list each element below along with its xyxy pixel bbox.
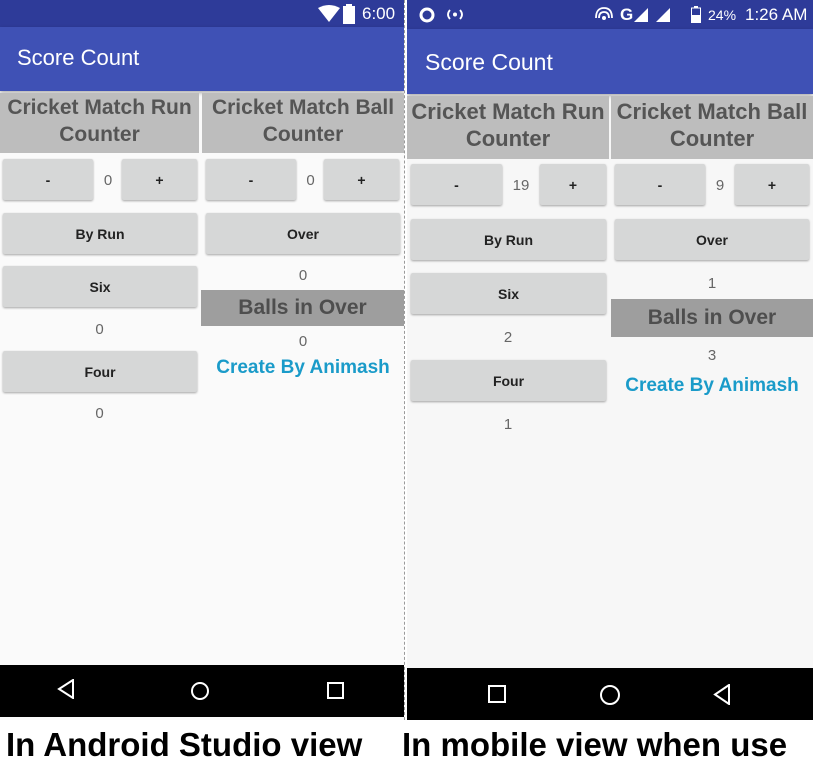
balls-in-over-count: 3 — [707, 347, 717, 364]
ball-header-line2: Counter — [669, 126, 755, 151]
left-caption: In Android Studio view — [6, 726, 363, 763]
four-count: 0 — [95, 405, 104, 422]
ball-count: 0 — [306, 172, 315, 189]
ball-count: 9 — [715, 177, 725, 194]
balls-in-over-label: Balls in Over — [201, 290, 404, 326]
run-header-line2: Counter — [465, 126, 551, 151]
status-bar: 6:00 — [0, 0, 404, 27]
four-button[interactable]: Four — [411, 360, 606, 401]
home-icon[interactable] — [599, 684, 621, 711]
back-icon[interactable] — [713, 683, 731, 710]
credit-text: Create By Animash — [625, 375, 799, 396]
run-plus-button[interactable]: + — [540, 164, 606, 205]
right-caption: In mobile view when use — [402, 726, 788, 763]
run-minus-button[interactable]: - — [411, 164, 502, 205]
six-count: 2 — [503, 329, 513, 346]
six-count: 0 — [95, 321, 104, 338]
app-title: Score Count — [425, 49, 553, 75]
hotspot-icon — [595, 7, 613, 20]
app-title: Score Count — [17, 45, 140, 70]
home-icon[interactable] — [190, 681, 210, 706]
run-plus-button[interactable]: + — [122, 159, 197, 200]
run-header-line1: Cricket Match Run — [7, 96, 192, 119]
battery-icon — [691, 6, 701, 23]
ball-counter-header: Cricket Match Ball Counter — [611, 96, 813, 159]
ball-plus-button[interactable]: + — [735, 164, 809, 205]
app-bar: Score Count — [407, 29, 813, 94]
signal-icon — [656, 8, 670, 22]
status-time: 1:26 AM — [745, 5, 808, 24]
ball-header-line1: Cricket Match Ball — [616, 99, 808, 124]
ball-minus-button[interactable]: - — [615, 164, 705, 205]
four-button[interactable]: Four — [3, 351, 197, 392]
run-header-line2: Counter — [59, 123, 140, 146]
wifi-icon — [318, 5, 340, 22]
over-button[interactable]: Over — [206, 213, 400, 254]
ball-header-line1: Cricket Match Ball — [211, 96, 395, 119]
run-count: 0 — [103, 172, 113, 189]
mobile-device-view: G 24% 1:26 AM Score Count Cricket Match … — [407, 0, 813, 720]
balls-in-over-count: 0 — [298, 333, 308, 350]
credit-text: Create By Animash — [216, 357, 390, 378]
recents-icon[interactable] — [327, 682, 344, 704]
status-bar: G 24% 1:26 AM — [407, 0, 813, 29]
status-time: 6:00 — [362, 4, 396, 23]
android-studio-preview: 6:00 Score Count Cricket Match Run Count… — [0, 0, 404, 720]
navigation-bar — [0, 665, 404, 717]
battery-percent: 24% — [708, 7, 737, 23]
six-button[interactable]: Six — [3, 266, 197, 307]
recents-icon[interactable] — [488, 685, 506, 708]
app-bar: Score Count — [0, 27, 404, 91]
balls-in-over-label: Balls in Over — [611, 299, 813, 337]
battery-icon — [343, 4, 355, 24]
back-icon[interactable] — [57, 678, 75, 704]
run-header-line1: Cricket Match Run — [411, 99, 605, 124]
run-counter-header: Cricket Match Run Counter — [0, 93, 199, 153]
network-type: G — [620, 5, 634, 24]
four-count: 1 — [503, 416, 513, 433]
by-run-button[interactable]: By Run — [411, 219, 606, 260]
over-count: 0 — [298, 267, 308, 284]
run-count: 19 — [512, 177, 530, 194]
record-icon — [419, 7, 435, 23]
run-counter-header: Cricket Match Run Counter — [407, 96, 609, 159]
ball-plus-button[interactable]: + — [324, 159, 399, 200]
over-count: 1 — [707, 275, 717, 292]
run-minus-button[interactable]: - — [3, 159, 93, 200]
ball-minus-button[interactable]: - — [206, 159, 296, 200]
signal-icon — [634, 8, 648, 22]
by-run-button[interactable]: By Run — [3, 213, 197, 254]
six-button[interactable]: Six — [411, 273, 606, 314]
navigation-bar — [407, 668, 813, 720]
ball-header-line2: Counter — [262, 123, 344, 146]
over-button[interactable]: Over — [615, 219, 809, 260]
hotspot-icon — [447, 9, 463, 20]
ball-counter-header: Cricket Match Ball Counter — [202, 93, 404, 153]
